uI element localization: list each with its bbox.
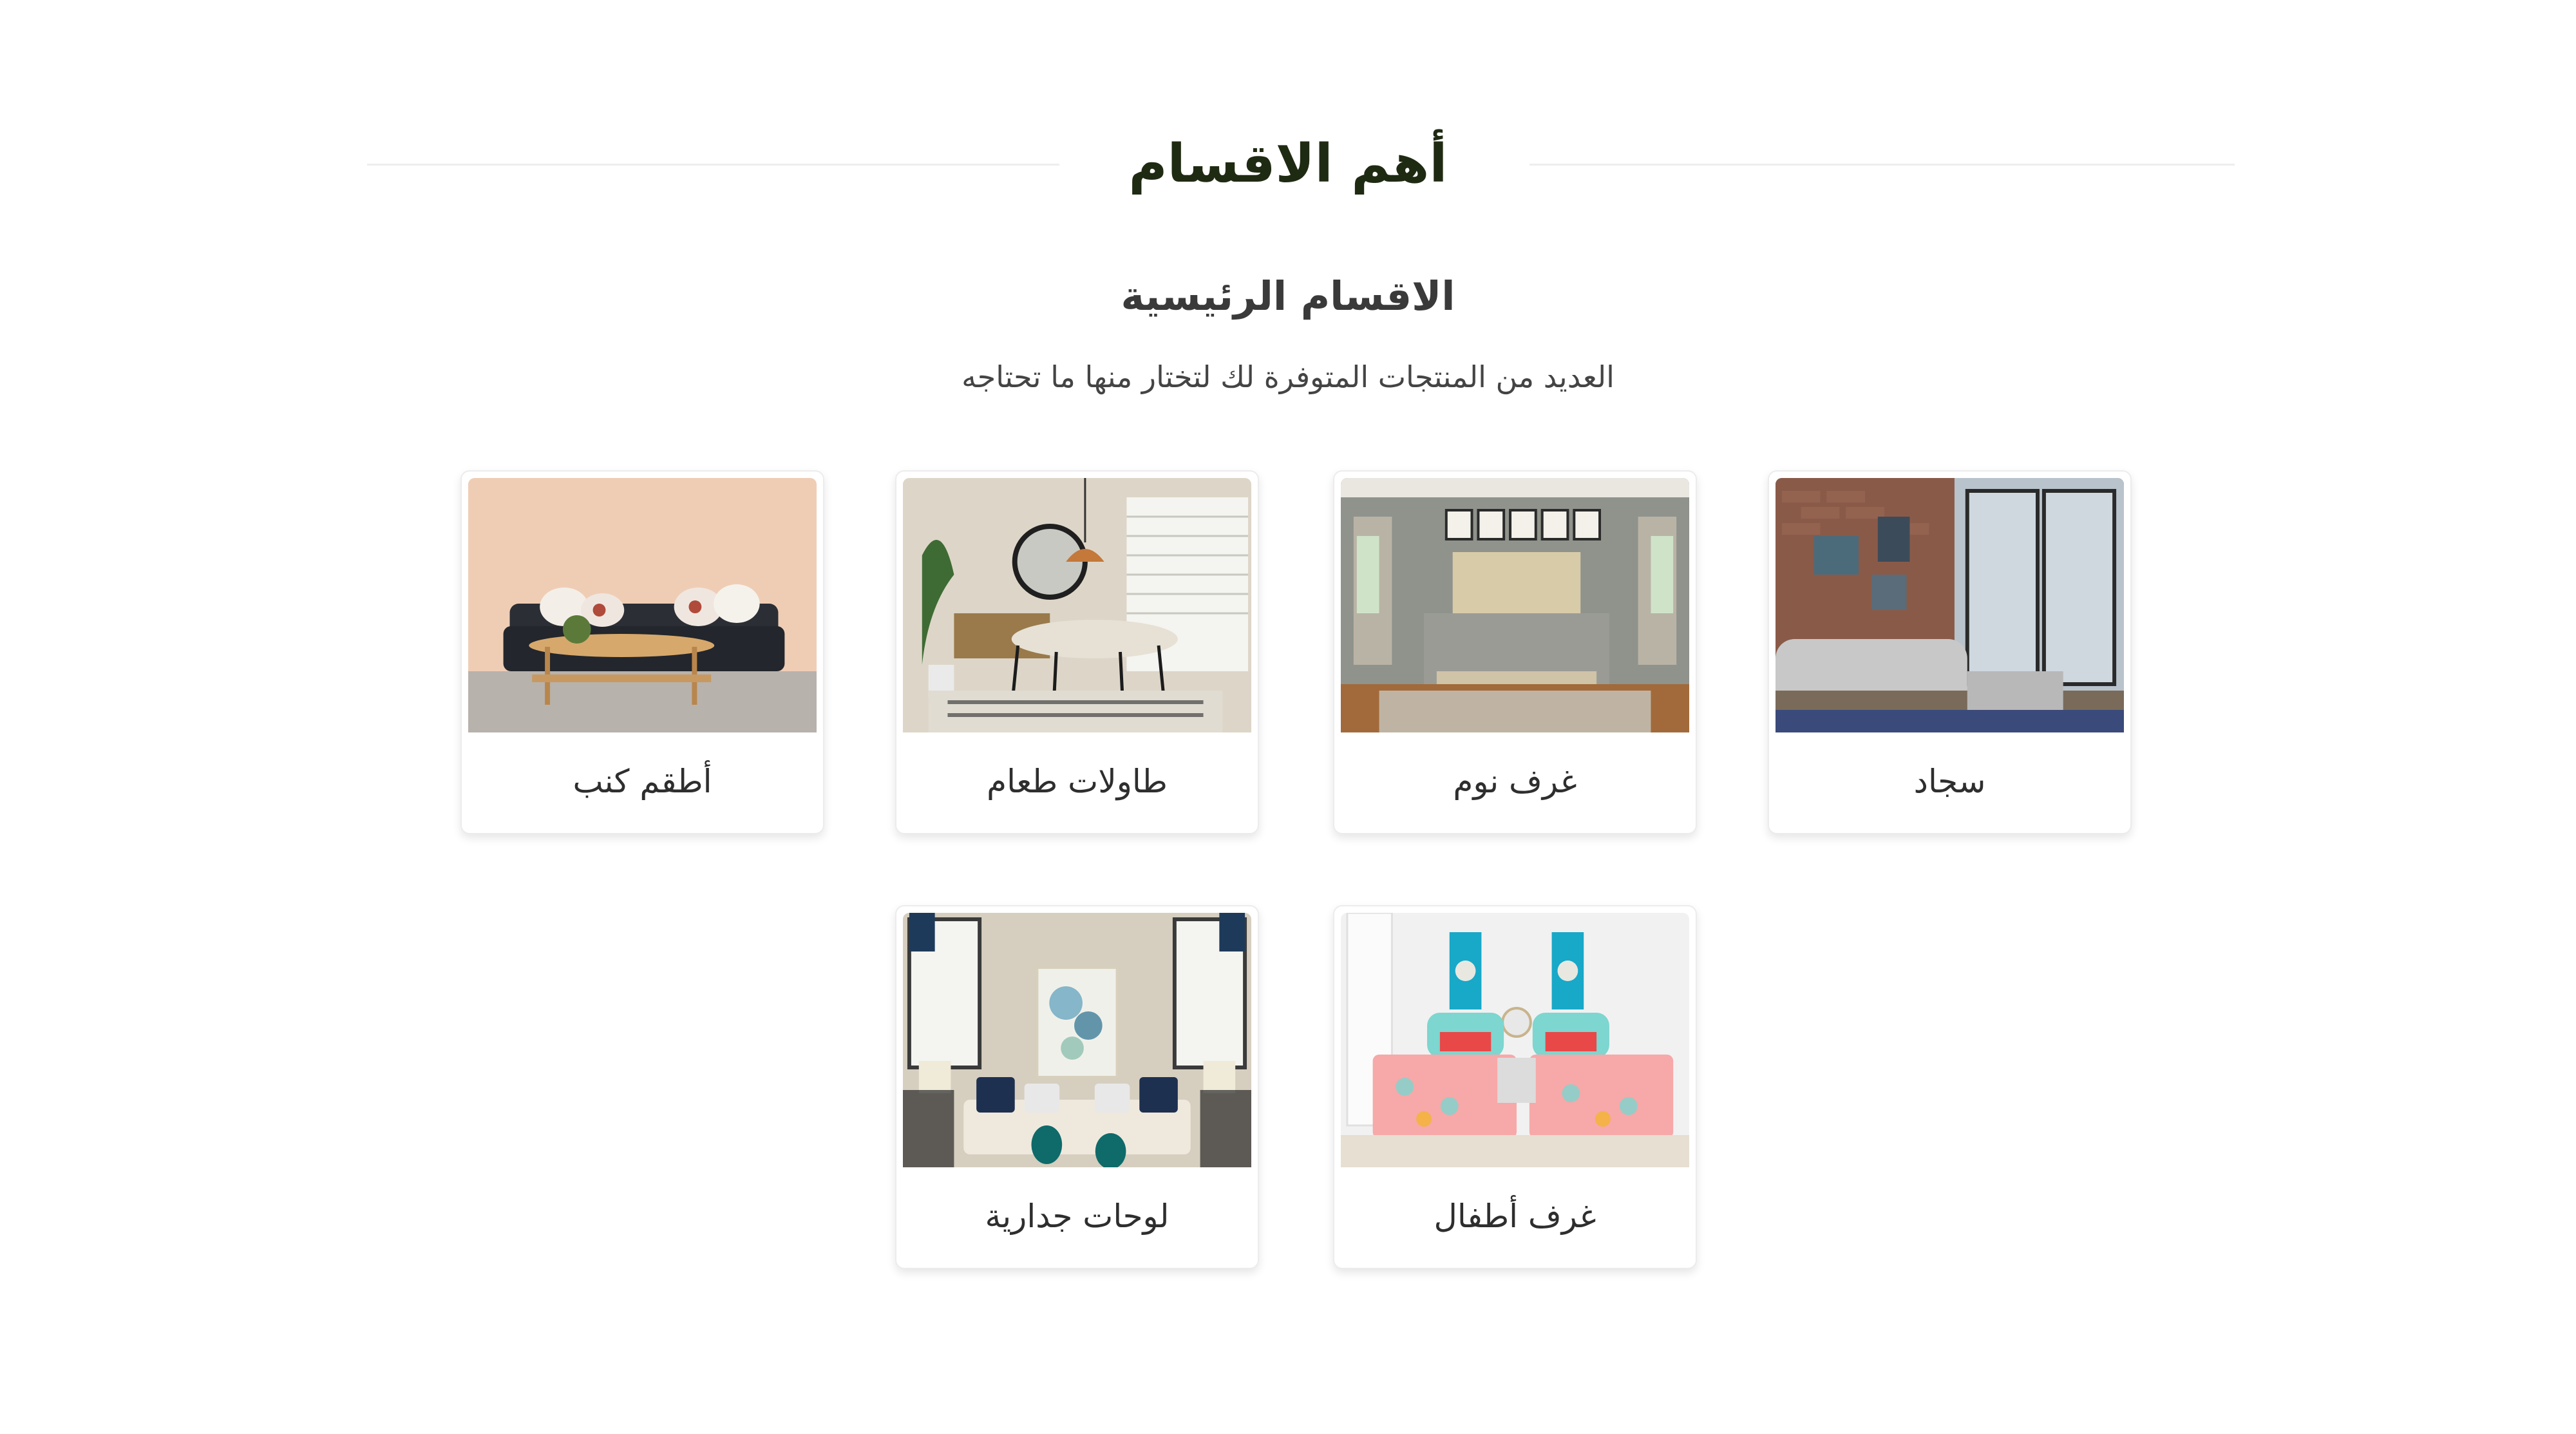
category-card-dining-tables[interactable]: طاولات طعام — [895, 470, 1259, 834]
category-image — [1341, 913, 1689, 1167]
categories-page: أهم الاقسام الاقسام الرئيسية العديد من ا… — [0, 0, 2576, 1434]
category-image — [903, 913, 1251, 1167]
bedroom-photo — [1341, 478, 1689, 732]
sofa-set-photo — [468, 478, 817, 732]
category-card-sofa-sets[interactable]: أطقم كنب — [460, 470, 824, 834]
section-subtitle: الاقسام الرئيسية — [1121, 272, 1455, 320]
category-image — [903, 478, 1251, 732]
kids-room-photo — [1341, 913, 1689, 1167]
section-title: أهم الاقسام — [1128, 133, 1448, 195]
category-card-kids-rooms[interactable]: غرف أطفال — [1333, 905, 1697, 1269]
category-card-bedrooms[interactable]: غرف نوم — [1333, 470, 1697, 834]
category-image — [1341, 478, 1689, 732]
section-header: أهم الاقسام — [0, 129, 2576, 200]
living-room-brick-wall-photo — [1776, 478, 2124, 732]
section-description: العديد من المنتجات المتوفرة لك لتختار من… — [961, 359, 1615, 394]
category-label: لوحات جدارية — [985, 1198, 1170, 1235]
category-label: طاولات طعام — [987, 763, 1168, 800]
category-image — [1776, 478, 2124, 732]
category-card-carpets[interactable]: سجاد — [1768, 470, 2132, 834]
category-label: سجاد — [1913, 763, 1986, 800]
dining-room-photo — [903, 478, 1251, 732]
category-label: غرف نوم — [1453, 763, 1577, 800]
category-card-wall-art[interactable]: لوحات جدارية — [895, 905, 1259, 1269]
wall-art-photo — [903, 913, 1251, 1167]
category-image — [468, 478, 817, 732]
category-label: غرف أطفال — [1434, 1198, 1596, 1235]
category-label: أطقم كنب — [573, 763, 712, 800]
